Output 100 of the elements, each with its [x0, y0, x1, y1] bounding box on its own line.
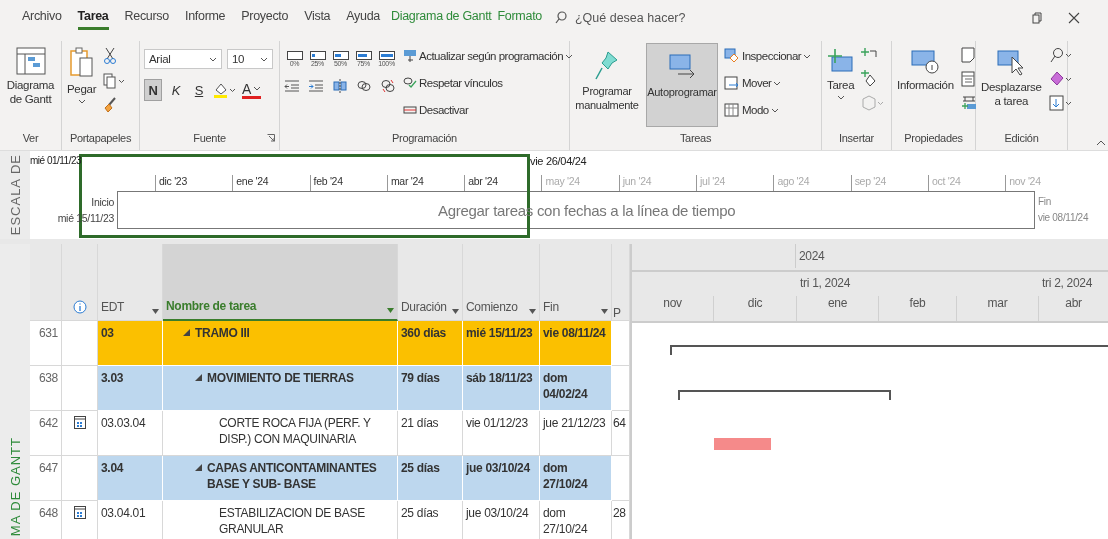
- add-to-timeline-icon[interactable]: [960, 95, 977, 111]
- table-cell: 79 días: [398, 366, 463, 411]
- ribbon-tab[interactable]: Proyecto: [241, 5, 289, 30]
- calendar-icon: [73, 505, 86, 519]
- task-command-button[interactable]: Inspeccionar: [724, 45, 812, 67]
- split-task-icon[interactable]: [332, 78, 348, 94]
- group-label: Tareas: [678, 131, 713, 146]
- collapse-ribbon-icon[interactable]: [1096, 140, 1106, 146]
- ribbon-tab[interactable]: Formato: [497, 5, 542, 30]
- font-size-dropdown[interactable]: 10: [227, 49, 273, 69]
- eraser-icon[interactable]: [1048, 71, 1073, 87]
- progress-bar-icon: [332, 51, 349, 60]
- timescale-quarter: tri 1, 2024: [799, 275, 852, 292]
- link-check-icon: [403, 76, 417, 90]
- paste-button[interactable]: Pegar: [66, 43, 98, 108]
- summary-bar[interactable]: [678, 390, 891, 400]
- paintbrush-icon[interactable]: [103, 97, 118, 113]
- filter-arrow-icon: [387, 308, 394, 313]
- ribbon-tab[interactable]: Archivo: [22, 5, 62, 30]
- group-label: Portapapeles: [68, 131, 133, 146]
- scissors-icon[interactable]: [103, 47, 118, 65]
- schedule-command-button[interactable]: Respetar vínculos: [403, 72, 574, 94]
- close-icon[interactable]: [1068, 11, 1080, 24]
- font-style-button[interactable]: S: [190, 79, 208, 101]
- row-number[interactable]: 642: [30, 411, 62, 456]
- search-field[interactable]: ¿Qué desea hacer?: [554, 9, 697, 26]
- schedule-command-button[interactable]: Desactivar: [403, 99, 574, 121]
- link-icon[interactable]: [356, 79, 372, 93]
- ribbon-tab[interactable]: Diagrama de Gantt: [391, 5, 492, 30]
- table-cell: jue 03/10/24: [463, 501, 540, 539]
- schedule-command-button[interactable]: Actualizar según programación: [403, 45, 574, 67]
- insert-task-button[interactable]: Tarea: [826, 43, 856, 104]
- row-number[interactable]: 631: [30, 321, 62, 366]
- timescale-month: nov: [632, 296, 714, 321]
- calendar-question-icon: [724, 102, 740, 118]
- collapse-triangle-icon[interactable]: [195, 374, 202, 381]
- timeline-side-label: ESCALA DE: [7, 153, 23, 237]
- update-schedule-icon: [403, 49, 417, 63]
- restore-icon[interactable]: [1032, 11, 1042, 24]
- group-label: Programación: [391, 131, 458, 146]
- ribbon-tab[interactable]: Vista: [304, 5, 331, 30]
- table-cell: 03.04.01: [98, 501, 163, 539]
- ribbon-tab[interactable]: Tarea: [77, 5, 109, 30]
- row-number[interactable]: 638: [30, 366, 62, 411]
- inspect-icon: [724, 48, 740, 64]
- task-command-button[interactable]: Modo: [724, 99, 812, 121]
- progress-bar-icon: [378, 51, 395, 60]
- font-style-button[interactable]: K: [167, 79, 185, 101]
- ribbon-tab[interactable]: Informe: [185, 5, 226, 30]
- calendar-icon: [73, 415, 86, 429]
- search-icon[interactable]: [1048, 47, 1073, 63]
- font-style-button[interactable]: N: [144, 79, 162, 101]
- ribbon-tab[interactable]: Recurso: [124, 5, 169, 30]
- timescale-year: 2024: [795, 244, 825, 268]
- task-name: CORTE ROCA FIJA (PERF. Y DISP.) CON MAQUINARIA: [219, 415, 372, 447]
- scroll-to-task-button[interactable]: Desplazarse a tarea: [980, 43, 1043, 112]
- schedule-mode-button[interactable]: Autoprogramar: [646, 43, 718, 127]
- timeline-selection-end: vie 26/04/24: [530, 155, 587, 167]
- collapse-triangle-icon[interactable]: [183, 329, 190, 336]
- progress-bar-icon: [355, 51, 372, 60]
- task-command-button[interactable]: Mover: [724, 72, 812, 94]
- table-cell: 3.03: [98, 366, 163, 411]
- search-icon: [554, 11, 567, 24]
- progress-bar-icon: [286, 51, 303, 60]
- gantt-chart-button[interactable]: Diagrama de Gantt: [4, 43, 57, 110]
- milestone-plus-icon[interactable]: [861, 69, 878, 87]
- table-cell: jue 03/10/24: [463, 456, 540, 501]
- fill-down-icon[interactable]: [1048, 95, 1073, 111]
- caret-icon: [836, 95, 845, 100]
- summary-bar[interactable]: [670, 345, 1108, 355]
- task-name: TRAMO III: [195, 325, 250, 341]
- deactivate-icon: [403, 103, 417, 117]
- table-cell: dom 27/10/24: [540, 501, 612, 539]
- timeline-finish-date: vie 08/11/24: [1038, 211, 1089, 225]
- copy-icon[interactable]: [103, 73, 126, 89]
- row-number[interactable]: 647: [30, 456, 62, 501]
- unlink-icon[interactable]: [380, 79, 396, 93]
- task-plus-icon: [827, 47, 854, 75]
- task-name: MOVIMIENTO DE TIERRAS: [207, 370, 354, 386]
- information-button[interactable]: Información: [896, 43, 955, 96]
- ribbon-tab[interactable]: Ayuda: [346, 5, 380, 30]
- schedule-mode-button[interactable]: Programar manualmente: [574, 43, 640, 127]
- group-label: Insertar: [838, 131, 875, 146]
- caret-icon: [253, 86, 262, 91]
- collapse-triangle-icon[interactable]: [195, 464, 202, 471]
- filter-arrow-icon: [152, 309, 159, 314]
- font-family-dropdown[interactable]: Arial: [144, 49, 222, 69]
- font-color-button[interactable]: A: [242, 81, 262, 99]
- filter-arrow-icon: [529, 309, 536, 314]
- details-icon[interactable]: [960, 71, 975, 87]
- table-cell: dom 04/02/24: [540, 366, 612, 411]
- note-icon[interactable]: [960, 47, 975, 63]
- column-header[interactable]: P: [612, 244, 630, 321]
- row-number[interactable]: 648: [30, 501, 62, 539]
- dialog-launcher-icon[interactable]: [267, 134, 275, 142]
- filter-arrow-icon: [452, 309, 459, 314]
- timeline-finish-label: Fin: [1038, 195, 1052, 209]
- fill-color-icon[interactable]: [213, 81, 237, 99]
- timeline-start-label: Inicio: [91, 195, 114, 210]
- group-label: Propiedades: [903, 131, 964, 146]
